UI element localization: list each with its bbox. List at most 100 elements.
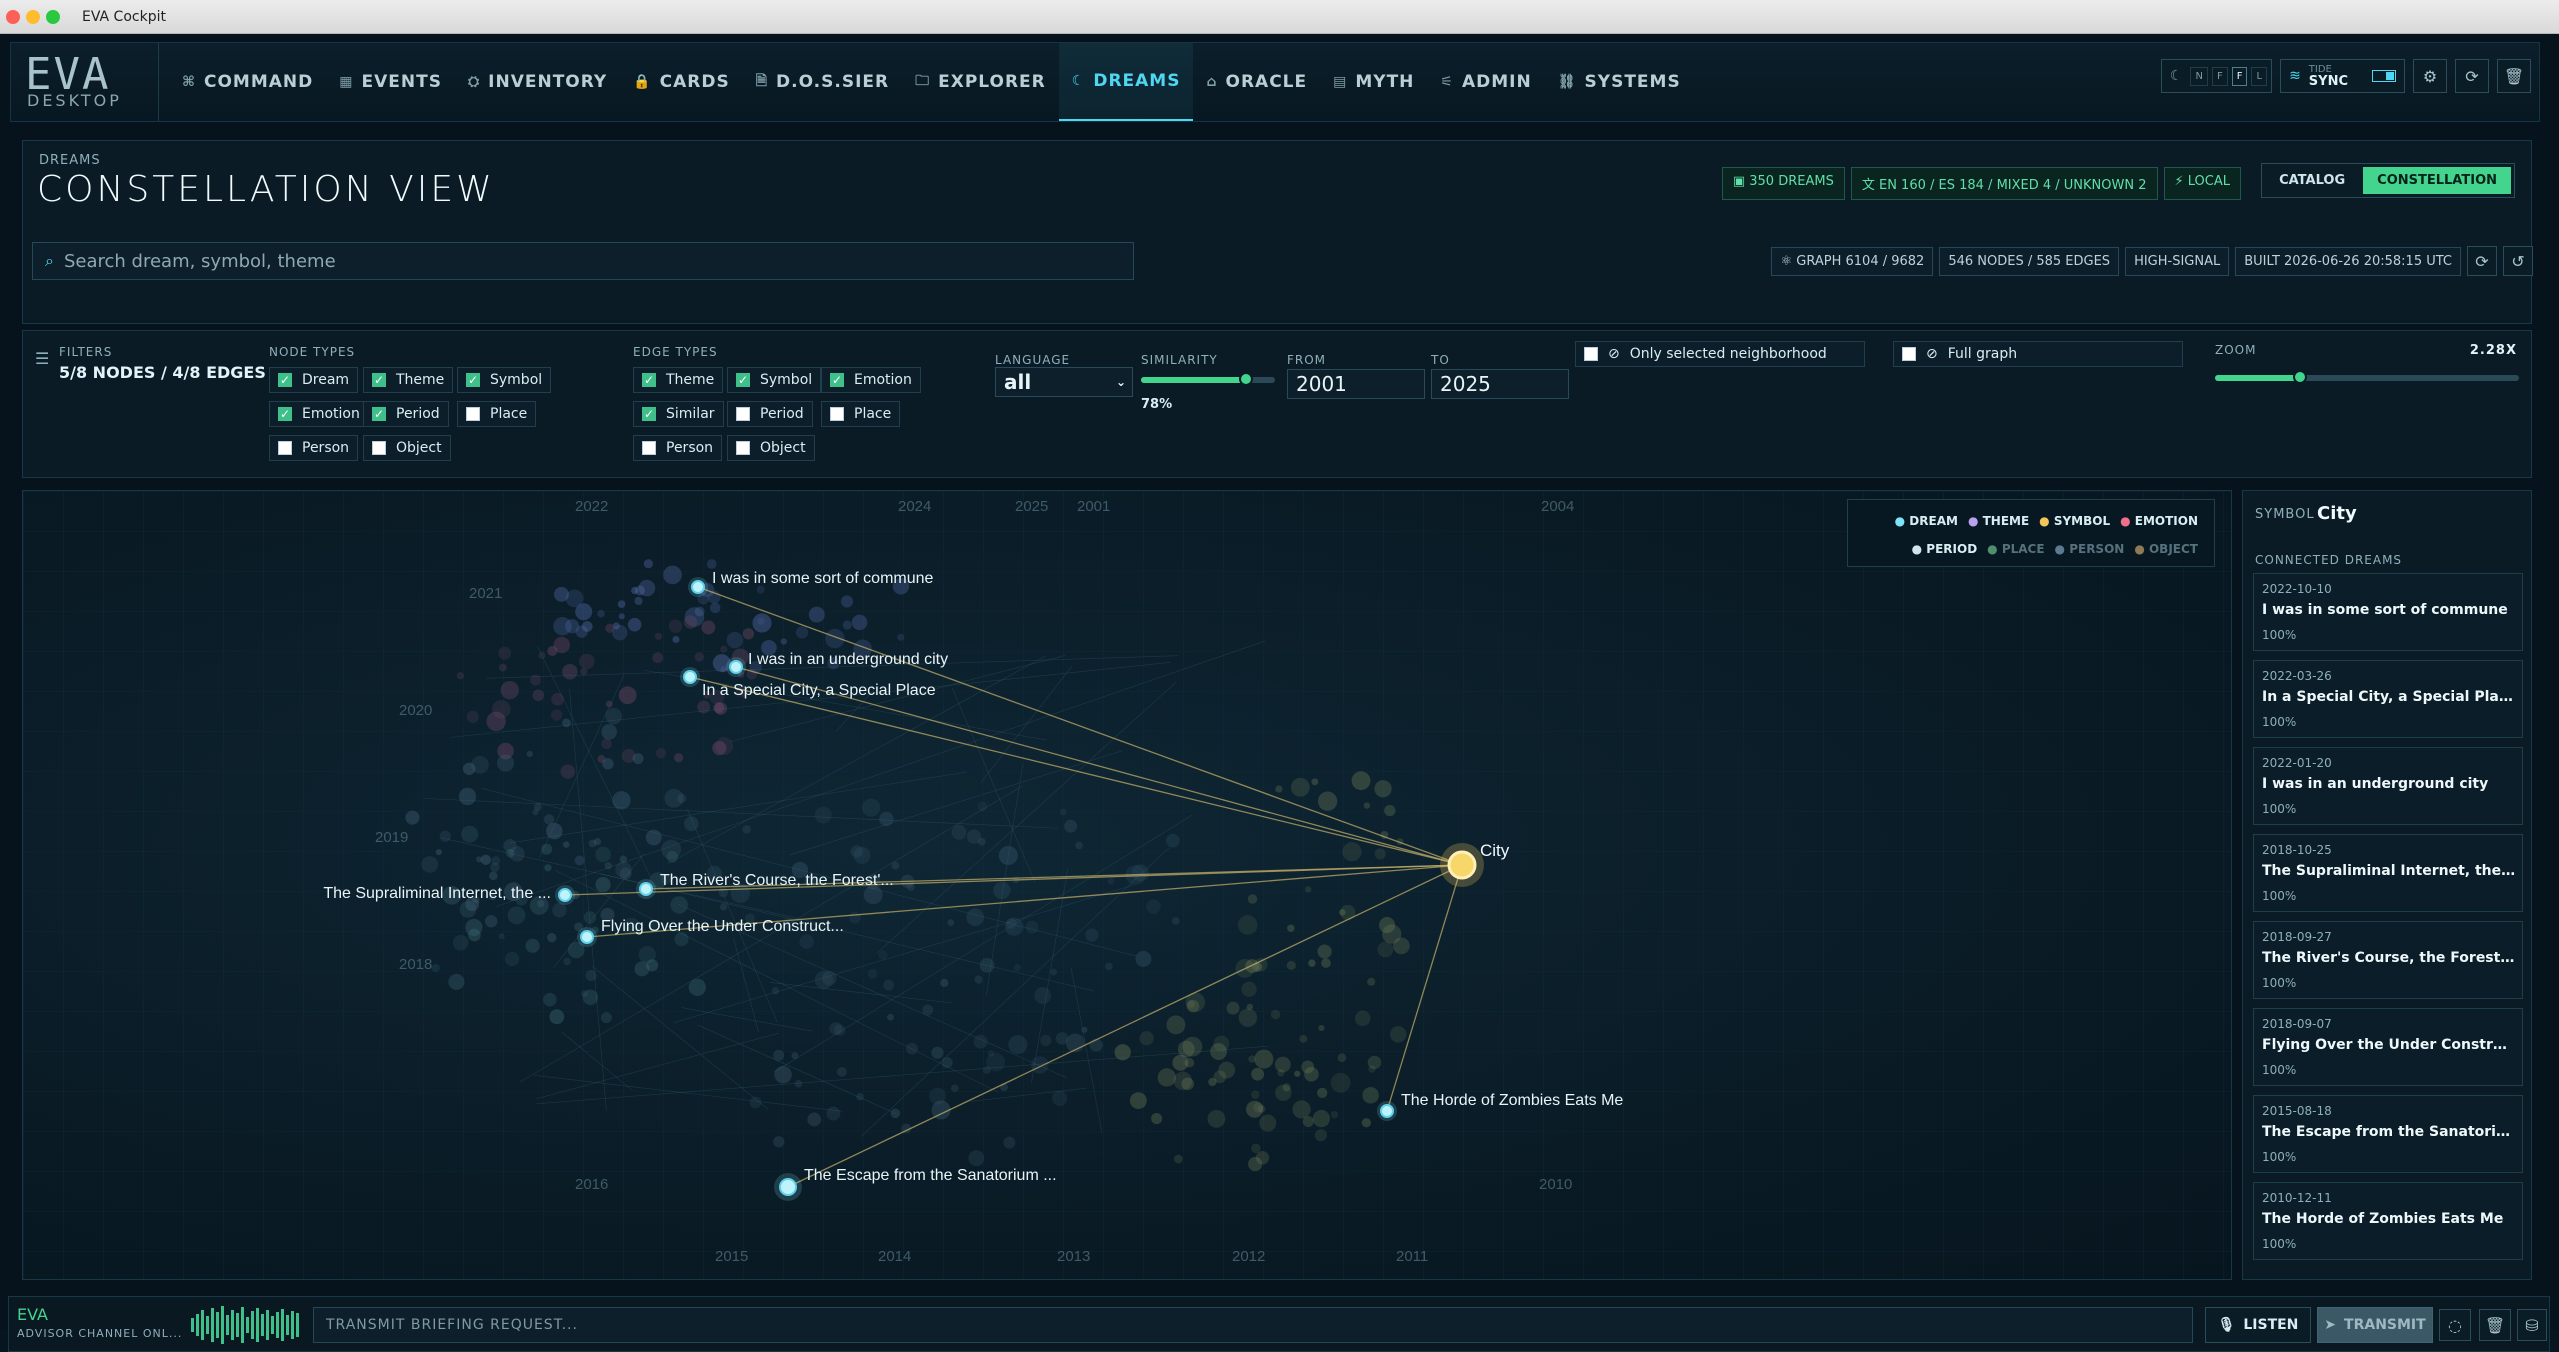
- dream-node-label[interactable]: The Horde of Zombies Eats Me: [1401, 1092, 1623, 1109]
- mode-seg-0[interactable]: N: [2190, 66, 2208, 86]
- rebuild-graph-icon[interactable]: ⟳: [2467, 246, 2497, 276]
- node-type-place-checkbox[interactable]: Place: [457, 401, 537, 427]
- zoom-slider[interactable]: [2215, 370, 2519, 384]
- node-type-dream-checkbox[interactable]: ✓ Dream: [269, 367, 359, 393]
- dream-node-label[interactable]: The Escape from the Sanatorium ...: [804, 1167, 1057, 1184]
- dream-node[interactable]: [558, 888, 572, 902]
- edge-type-person-checkbox[interactable]: Person: [633, 435, 723, 461]
- dream-node[interactable]: [683, 670, 697, 684]
- edge-type-emotion-checkbox[interactable]: ✓ Emotion: [821, 367, 921, 393]
- tide-sync-toggle[interactable]: ≋ TIDE SYNC: [2280, 59, 2405, 93]
- dream-node[interactable]: [779, 1178, 797, 1196]
- dream-node-label[interactable]: I was in an underground city: [748, 651, 948, 668]
- refresh-icon[interactable]: ⟳: [2455, 59, 2489, 93]
- node-type-person-checkbox[interactable]: Person: [269, 435, 359, 461]
- node-type-symbol-checkbox[interactable]: ✓ Symbol: [457, 367, 552, 393]
- settings-gear-icon[interactable]: ⚙: [2413, 59, 2447, 93]
- tab-admin[interactable]: ⚟ ADMIN: [1427, 43, 1544, 121]
- dream-node[interactable]: [639, 882, 653, 896]
- connected-dream-card[interactable]: 2018-09-27 The River's Course, the Forest…: [2253, 921, 2523, 999]
- tab-cards[interactable]: 🔒 CARDS: [620, 43, 743, 121]
- trash-icon[interactable]: 🗑: [2497, 59, 2531, 93]
- dream-node[interactable]: [691, 580, 705, 594]
- full-graph-toggle[interactable]: ⊘ Full graph: [1893, 341, 2183, 367]
- mode-seg-1[interactable]: F: [2211, 66, 2228, 86]
- year-label: 2010: [1539, 1176, 1572, 1193]
- tab-oracle[interactable]: ⌂ ORACLE: [1193, 43, 1320, 121]
- mode-seg-3[interactable]: L: [2251, 66, 2268, 86]
- dream-node-label[interactable]: The Supraliminal Internet, the ...: [323, 885, 551, 902]
- tab-myth[interactable]: ▤ MYTH: [1320, 43, 1427, 121]
- dream-node-label[interactable]: In a Special City, a Special Place: [702, 682, 936, 699]
- edge-type-period-checkbox[interactable]: Period: [727, 401, 813, 427]
- node-type-period-checkbox[interactable]: ✓ Period: [363, 401, 449, 427]
- tab-explorer[interactable]: 🗀 EXPLORER: [902, 43, 1059, 121]
- symbol-node-city[interactable]: [1447, 850, 1477, 880]
- background-node: [1075, 841, 1083, 850]
- mode-segment[interactable]: ☾ N F F L: [2160, 59, 2273, 93]
- connected-dream-card[interactable]: 2010-12-11 The Horde of Zombies Eats Me 10…: [2253, 1182, 2523, 1260]
- from-year-input[interactable]: 2001: [1287, 369, 1425, 399]
- close-window-button[interactable]: [6, 10, 20, 24]
- chevron-down-icon: ⌄: [1115, 375, 1126, 389]
- reset-view-icon[interactable]: ↺: [2503, 246, 2533, 276]
- edge-type-symbol-checkbox[interactable]: ✓ Symbol: [727, 367, 822, 393]
- tab-systems[interactable]: ⛓ SYSTEMS: [1545, 43, 1694, 121]
- to-year-input[interactable]: 2025: [1431, 369, 1569, 399]
- node-type-emotion-checkbox[interactable]: ✓ Emotion: [269, 401, 369, 427]
- tab-inventory[interactable]: ⛭ INVENTORY: [455, 43, 620, 121]
- search-input[interactable]: ⌕ Search dream, symbol, theme: [32, 242, 1134, 280]
- mode-seg-2[interactable]: F: [2231, 66, 2248, 86]
- dream-node-label[interactable]: I was in some sort of commune: [712, 570, 934, 587]
- node-type-object-checkbox[interactable]: Object: [363, 435, 451, 461]
- tab-events[interactable]: ▦ EVENTS: [326, 43, 455, 121]
- zoom-slider-handle[interactable]: [2293, 370, 2308, 384]
- dream-node[interactable]: [1380, 1104, 1394, 1118]
- background-node: [1241, 981, 1257, 997]
- similarity-slider[interactable]: [1141, 372, 1275, 386]
- background-node: [720, 645, 728, 653]
- dream-node-label[interactable]: The River's Course, the Forest'...: [660, 872, 894, 889]
- tab-dreams[interactable]: ☾ DREAMS: [1058, 43, 1194, 121]
- connected-dream-card[interactable]: 2018-10-25 The Supraliminal Internet, the…: [2253, 834, 2523, 912]
- dream-node-label[interactable]: Flying Over the Under Construct...: [601, 918, 844, 935]
- dream-node[interactable]: [580, 930, 594, 944]
- constellation-canvas[interactable]: 2022 2024 2025 2001 2004 2021 2020 2019 2018 2016…: [22, 490, 2232, 1280]
- edge-type-object-checkbox[interactable]: Object: [727, 435, 815, 461]
- chat-bubble-icon[interactable]: ◌: [2439, 1309, 2471, 1341]
- moon-icon[interactable]: ☾: [2166, 65, 2187, 87]
- transmit-button[interactable]: ➤ TRANSMIT: [2317, 1307, 2433, 1343]
- minimize-window-button[interactable]: [26, 10, 40, 24]
- maximize-window-button[interactable]: [46, 10, 60, 24]
- view-toggle[interactable]: CATALOG CONSTELLATION: [2261, 163, 2515, 198]
- edge-type-similar-checkbox[interactable]: ✓ Similar: [633, 401, 724, 427]
- constellation-view-button[interactable]: CONSTELLATION: [2363, 167, 2511, 194]
- dream-node[interactable]: [729, 660, 743, 674]
- connected-dream-card[interactable]: 2022-10-10 I was in some sort of commune 1…: [2253, 573, 2523, 651]
- database-icon[interactable]: ⛁: [2517, 1309, 2547, 1341]
- search-icon: ⌕: [45, 251, 54, 270]
- connected-dream-card[interactable]: 2018-09-07 Flying Over the Under Construc…: [2253, 1008, 2523, 1086]
- tab-command[interactable]: ⌘ COMMAND: [169, 43, 326, 121]
- tab-d-o-s-sier[interactable]: 🗎 D.O.S.SIER: [743, 43, 902, 121]
- connected-dream-card[interactable]: 2022-01-20 I was in an underground city 10…: [2253, 747, 2523, 825]
- constellation-graph[interactable]: 2022 2024 2025 2001 2004 2021 2020 2019 2018 2016…: [23, 491, 2232, 1280]
- background-node: [554, 586, 569, 602]
- similarity-slider-handle[interactable]: [1238, 372, 1253, 386]
- listen-button[interactable]: 🎙 LISTEN: [2205, 1307, 2311, 1343]
- edge-type-place-checkbox[interactable]: Place: [821, 401, 901, 427]
- symbol-node-label[interactable]: City: [1480, 841, 1510, 860]
- edge-type-theme-checkbox[interactable]: ✓ Theme: [633, 367, 724, 393]
- node-type-theme-checkbox[interactable]: ✓ Theme: [363, 367, 454, 393]
- only-neighborhood-toggle[interactable]: ⊘ Only selected neighborhood: [1575, 341, 1865, 367]
- briefing-input[interactable]: TRANSMIT BRIEFING REQUEST...: [313, 1307, 2193, 1343]
- catalog-view-button[interactable]: CATALOG: [2265, 167, 2359, 194]
- trash-icon[interactable]: 🗑: [2479, 1309, 2511, 1341]
- sync-switch[interactable]: [2372, 70, 2396, 82]
- legend-person: ● PERSON: [2054, 542, 2125, 556]
- connected-dream-card[interactable]: 2022-03-26 In a Special City, a Special P…: [2253, 660, 2523, 738]
- connected-dream-card[interactable]: 2015-08-18 The Escape from the Sanatorium…: [2253, 1095, 2523, 1173]
- dream-title: The River's Course, the Forest's F...: [2262, 950, 2516, 966]
- background-node: [553, 617, 572, 636]
- language-select[interactable]: all ⌄: [995, 367, 1133, 397]
